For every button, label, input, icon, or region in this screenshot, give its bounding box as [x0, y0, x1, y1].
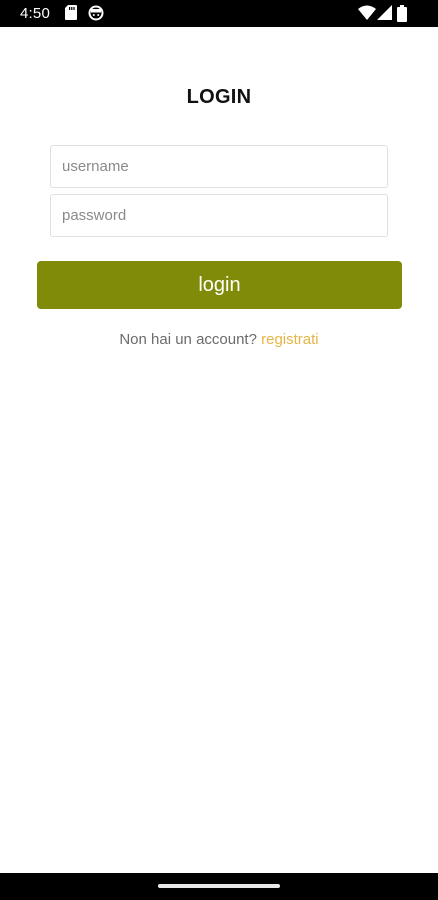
status-bar: 4:50 [0, 0, 438, 27]
register-link[interactable]: registrati [261, 331, 319, 348]
face-icon [88, 5, 104, 26]
wifi-icon [358, 5, 376, 26]
battery-icon [397, 5, 407, 27]
register-prompt-text: Non hai un account? [119, 331, 262, 348]
password-input[interactable] [50, 194, 388, 237]
register-prompt-line: Non hai un account? registrati [0, 330, 438, 350]
home-gesture-handle[interactable] [158, 884, 280, 888]
username-input[interactable] [50, 145, 388, 188]
status-time: 4:50 [20, 5, 50, 22]
login-button[interactable]: login [37, 261, 402, 309]
login-screen: 4:50 LOGIN username login Non hai un acc… [0, 0, 438, 900]
page-title: LOGIN [186, 86, 252, 108]
signal-icon [377, 5, 392, 26]
navigation-bar [0, 873, 438, 900]
sd-card-icon [65, 5, 77, 25]
